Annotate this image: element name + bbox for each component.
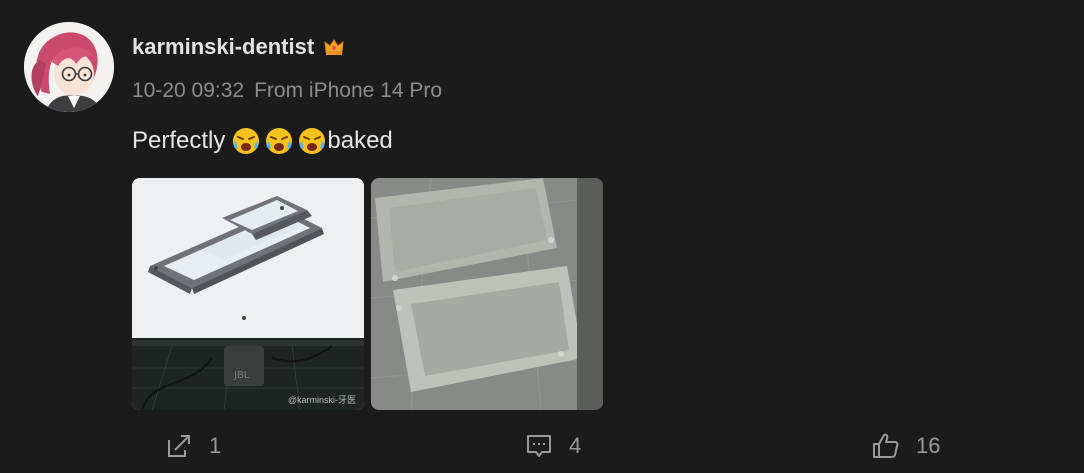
comment-icon [527, 435, 551, 457]
share-icon [168, 435, 190, 457]
photo-illustration [371, 178, 603, 410]
share-count: 1 [209, 433, 222, 458]
thumbs-up-icon [873, 433, 899, 458]
printed-frame-photo[interactable] [371, 178, 603, 410]
like-count: 16 [916, 433, 941, 458]
crying-face-emoji [299, 128, 326, 154]
post-source: From iPhone 14 Pro [254, 79, 443, 102]
username[interactable]: karminski-dentist [132, 34, 314, 60]
avatar-illustration [24, 22, 114, 112]
comment-action[interactable]: 4 [523, 430, 581, 462]
svg-text:JBL: JBL [233, 370, 250, 381]
post-text-before: Perfectly [132, 127, 226, 154]
crown-icon[interactable] [322, 35, 346, 59]
like-action[interactable]: 16 [870, 430, 940, 462]
post-meta: 10-20 09:32 From iPhone 14 Pro [132, 79, 442, 103]
weibo-post: karminski-dentist 10-20 09:32 From iPhon… [0, 0, 1084, 473]
share-action[interactable]: 1 [163, 430, 221, 462]
post-text-after: baked [327, 127, 393, 154]
post-timestamp: 10-20 09:32 [132, 79, 245, 102]
crying-face-emoji [266, 128, 293, 154]
crying-face-emoji [233, 128, 260, 154]
avatar[interactable] [24, 22, 114, 112]
monitor-3d-print-preview-photo[interactable]: JBL @karminski-牙医 [132, 178, 364, 410]
photo-illustration: JBL [132, 178, 364, 410]
post-text: Perfectly baked [132, 126, 393, 156]
username-row: karminski-dentist [132, 34, 346, 60]
comment-count: 4 [569, 433, 582, 458]
photo-watermark: @karminski-牙医 [287, 395, 356, 405]
